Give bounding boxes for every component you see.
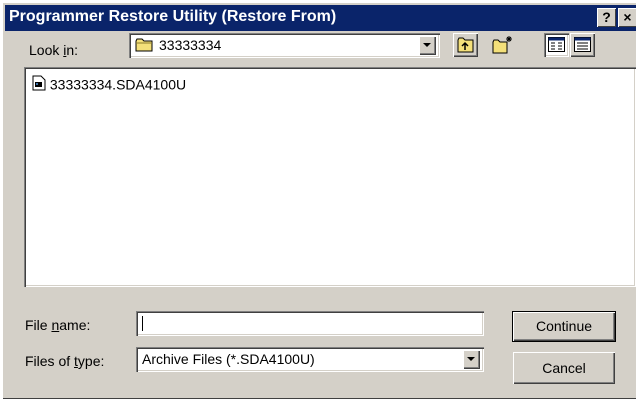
file-type-value: Archive Files (*.SDA4100U) [142, 351, 315, 367]
file-type-dropdown[interactable]: Archive Files (*.SDA4100U) [136, 347, 484, 372]
file-list[interactable]: 33333334.SDA4100U [24, 67, 636, 287]
new-folder-button[interactable] [488, 33, 515, 57]
file-name-text: 33333334.SDA4100U [49, 76, 187, 93]
look-in-value: 33333334 [159, 37, 222, 53]
window-title: Programmer Restore Utility (Restore From… [9, 8, 337, 25]
file-type-label: Files of type: [25, 353, 105, 369]
look-in-dropdown[interactable]: 33333334 [129, 33, 440, 58]
list-view-icon [548, 37, 565, 55]
folder-icon [135, 38, 155, 55]
details-view-button[interactable] [570, 33, 595, 57]
list-view-button[interactable] [544, 33, 569, 57]
file-icon [32, 75, 46, 94]
title-bar[interactable]: Programmer Restore Utility (Restore From… [5, 5, 636, 31]
details-view-icon [574, 37, 591, 55]
up-one-level-icon [456, 36, 475, 57]
close-button[interactable]: × [618, 8, 636, 27]
file-name-label: File name: [25, 317, 91, 333]
look-in-label: Look in: [29, 42, 79, 58]
cancel-button[interactable]: Cancel [513, 352, 615, 384]
chevron-down-icon[interactable] [419, 36, 436, 55]
up-one-level-button[interactable] [453, 33, 478, 57]
list-item[interactable]: 33333334.SDA4100U [32, 75, 186, 94]
chevron-down-icon[interactable] [463, 350, 480, 369]
new-folder-icon [491, 35, 514, 58]
restore-dialog: Programmer Restore Utility (Restore From… [2, 2, 636, 399]
help-button[interactable]: ? [597, 8, 616, 27]
file-name-input[interactable] [136, 311, 484, 336]
continue-button[interactable]: Continue [512, 311, 616, 342]
text-cursor [142, 316, 143, 331]
